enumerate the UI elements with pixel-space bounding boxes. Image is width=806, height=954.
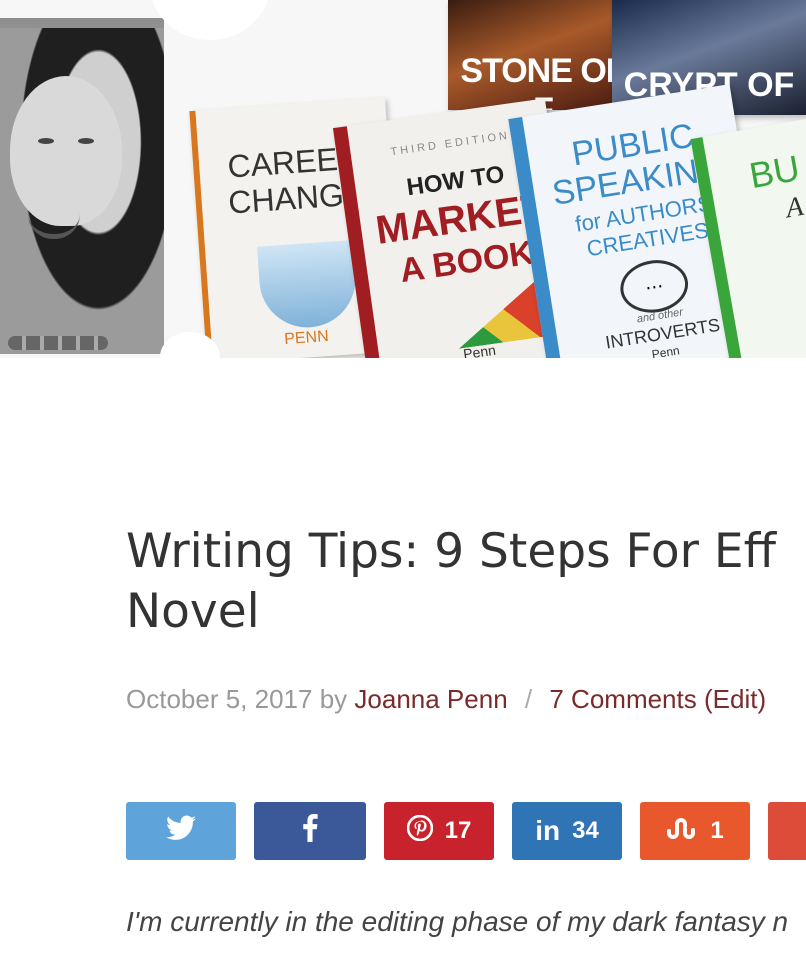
twitter-icon bbox=[166, 815, 196, 848]
post-title-line: Writing Tips: 9 Steps For Eff bbox=[126, 524, 776, 579]
stumbleupon-share-button[interactable]: 1 bbox=[640, 802, 750, 860]
comments-link[interactable]: 7 Comments bbox=[549, 684, 696, 714]
meta-separator: / bbox=[524, 684, 533, 714]
linkedin-share-button[interactable]: in 34 bbox=[512, 802, 622, 860]
by-label: by bbox=[319, 684, 348, 714]
header-banner[interactable]: STONE OF F CRYPT OF BO CAREER CHANGE PEN… bbox=[0, 0, 806, 358]
author-photo bbox=[0, 18, 164, 354]
pinterest-icon bbox=[406, 814, 433, 848]
pinterest-share-button[interactable]: 17 bbox=[384, 802, 494, 860]
post-title: Writing Tips: 9 Steps For Eff Novel bbox=[126, 522, 806, 642]
post-meta: October 5, 2017 by Joanna Penn / 7 Comme… bbox=[126, 684, 766, 715]
author-link[interactable]: Joanna Penn bbox=[354, 684, 507, 714]
linkedin-count: 34 bbox=[572, 817, 599, 844]
more-share-button[interactable] bbox=[768, 802, 806, 860]
book-cover-stone: STONE OF F bbox=[448, 0, 618, 110]
facebook-share-button[interactable] bbox=[254, 802, 366, 860]
pinterest-count: 17 bbox=[444, 817, 472, 844]
linkedin-icon: in bbox=[535, 815, 561, 846]
twitter-share-button[interactable] bbox=[126, 802, 236, 860]
stumbleupon-icon bbox=[666, 816, 698, 847]
post-date: October 5, 2017 bbox=[126, 684, 313, 714]
post-title-line: Novel bbox=[126, 584, 260, 639]
post-intro-text: I'm currently in the editing phase of my… bbox=[126, 906, 789, 937]
facebook-icon bbox=[302, 813, 318, 849]
edit-link[interactable]: (Edit) bbox=[704, 684, 766, 714]
stumbleupon-count: 1 bbox=[710, 817, 724, 844]
banner-decoration bbox=[150, 0, 270, 40]
